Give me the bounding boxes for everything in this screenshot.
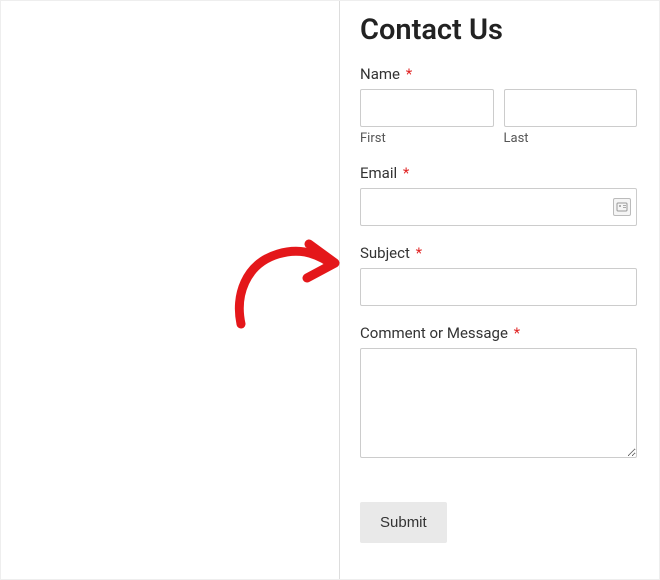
subject-label: Subject * [360, 244, 637, 262]
email-label: Email * [360, 164, 637, 182]
arrow-annotation-icon [223, 226, 343, 336]
comment-label-text: Comment or Message [360, 324, 508, 342]
email-field-group: Email * [360, 164, 637, 226]
subject-label-text: Subject [360, 244, 410, 262]
required-mark: * [514, 324, 520, 342]
name-label-text: Name [360, 65, 400, 83]
contact-card-icon [613, 198, 631, 216]
name-label: Name * [360, 65, 637, 83]
first-name-input[interactable] [360, 89, 494, 127]
subject-field-group: Subject * [360, 244, 637, 306]
comment-label: Comment or Message * [360, 324, 637, 342]
first-name-col: First [360, 89, 494, 146]
last-name-sublabel: Last [504, 131, 638, 146]
first-name-sublabel: First [360, 131, 494, 146]
form-pane: Contact Us Name * First Last Email * [340, 1, 659, 579]
required-mark: * [403, 164, 409, 182]
comment-field-group: Comment or Message * [360, 324, 637, 462]
subject-input[interactable] [360, 268, 637, 306]
last-name-col: Last [504, 89, 638, 146]
left-pane [1, 1, 340, 579]
email-input-wrap [360, 188, 637, 226]
last-name-input[interactable] [504, 89, 638, 127]
email-label-text: Email [360, 164, 397, 182]
email-input[interactable] [360, 188, 637, 226]
required-mark: * [416, 244, 422, 262]
comment-textarea[interactable] [360, 348, 637, 458]
submit-button[interactable]: Submit [360, 502, 447, 543]
name-field-group: Name * First Last [360, 65, 637, 146]
page-container: Contact Us Name * First Last Email * [0, 0, 660, 580]
form-title: Contact Us [360, 13, 637, 47]
required-mark: * [406, 65, 412, 83]
name-row: First Last [360, 89, 637, 146]
